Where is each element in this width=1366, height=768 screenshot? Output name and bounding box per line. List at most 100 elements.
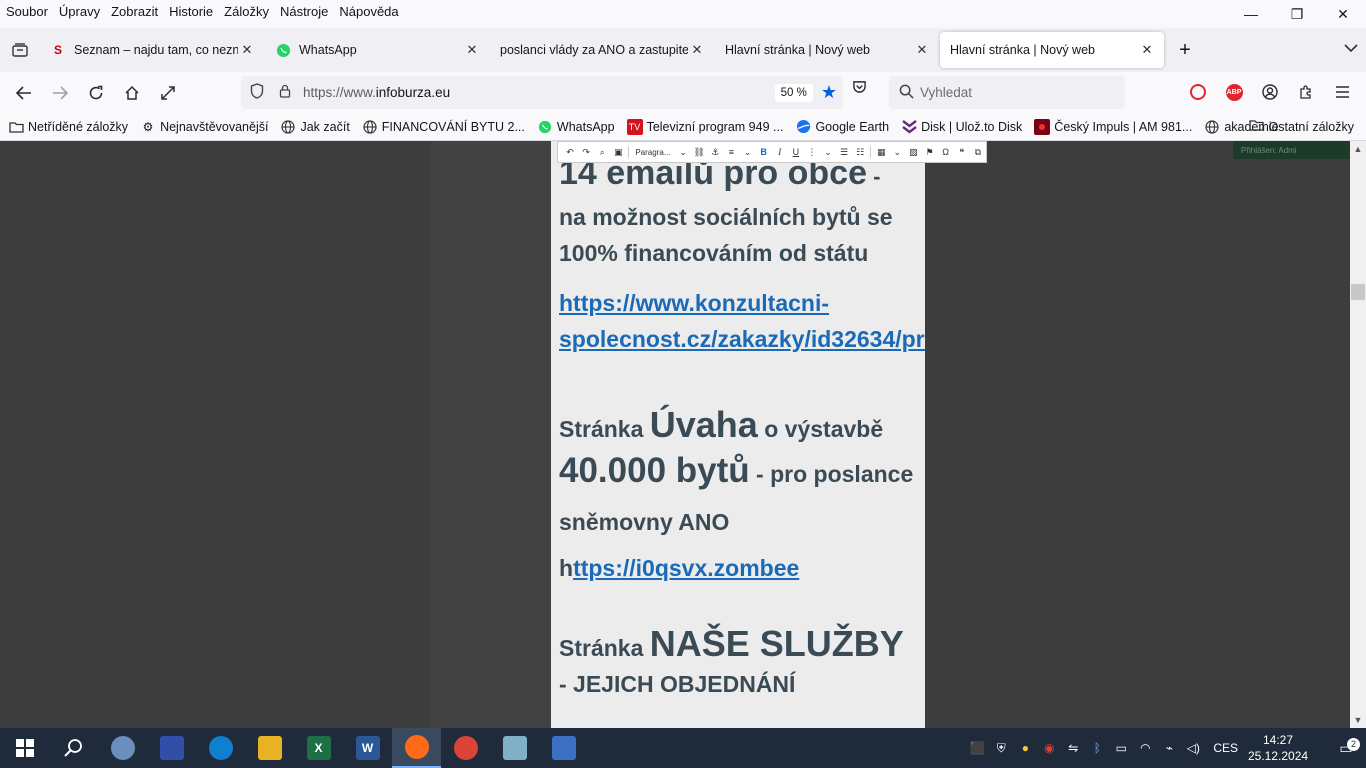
flag-icon[interactable]: ⚑ — [921, 143, 937, 161]
redo-icon[interactable]: ↷ — [578, 143, 594, 161]
taskbar-firefox[interactable] — [392, 728, 441, 768]
menu-zalozky[interactable]: Záložky — [224, 4, 269, 19]
list-all-tabs-button[interactable] — [0, 28, 40, 72]
taskbar-search-button[interactable] — [49, 728, 98, 768]
link-icon[interactable]: ⛓ — [691, 143, 707, 161]
bookmark-netridene[interactable]: Netříděné záložky — [8, 119, 128, 135]
more-icon[interactable]: ⋮ — [804, 143, 820, 161]
menu-historie[interactable]: Historie — [169, 4, 213, 19]
taskbar-explorer[interactable] — [245, 728, 294, 768]
bookmark-nejnavstevovanejsi[interactable]: ⚙ Nejnavštěvovanější — [140, 119, 269, 135]
other-bookmarks[interactable]: Ostatní záložky — [1248, 119, 1354, 134]
minimize-button[interactable]: — — [1228, 0, 1274, 28]
bookmark-cesky-impuls[interactable]: Český Impuls | AM 981... — [1034, 118, 1192, 135]
table-icon[interactable]: ▦ — [873, 143, 889, 161]
pocket-icon[interactable] — [852, 80, 867, 98]
app-menu-button[interactable] — [1324, 76, 1360, 108]
menu-zobrazit[interactable]: Zobrazit — [111, 4, 158, 19]
chevron-down-icon[interactable]: ⌄ — [889, 143, 905, 161]
tab-hlavni-stranka[interactable]: Hlavní stránka | Nový web ✕ — [715, 32, 939, 68]
bluetooth-icon[interactable]: ᛒ — [1085, 741, 1109, 755]
bold-icon[interactable]: B — [756, 143, 772, 161]
taskbar-chrome[interactable] — [441, 728, 490, 768]
editor-content[interactable]: 14 emailů pro obce - na možnost sociální… — [559, 141, 925, 702]
reload-button[interactable] — [78, 77, 114, 109]
fullscreen-button[interactable] — [150, 77, 186, 109]
address-bar[interactable]: https://www.infoburza.eu 50 % ★ — [241, 76, 843, 109]
bookmark-ulozto[interactable]: Disk | Ulož.to Disk — [901, 119, 1022, 135]
bookmark-star-icon[interactable]: ★ — [821, 82, 837, 103]
numbered-list-icon[interactable]: ☷ — [852, 143, 868, 161]
scroll-up-icon[interactable]: ▲ — [1350, 141, 1366, 157]
image-icon[interactable]: ▣ — [610, 143, 626, 161]
quote-icon[interactable]: ❝ — [954, 143, 970, 161]
tab-whatsapp[interactable]: WhatsApp ✕ — [265, 32, 489, 68]
link-konzultacni-spolecnost[interactable]: https://www.konzultacni-spolecnost.cz/za… — [559, 285, 925, 357]
close-tab-icon[interactable]: ✕ — [688, 42, 706, 58]
clock[interactable]: 14:27 25.12.2024 — [1248, 732, 1308, 764]
search-bar[interactable] — [889, 76, 1125, 109]
taskbar-edge[interactable] — [196, 728, 245, 768]
lock-icon[interactable] — [273, 84, 297, 101]
taskbar-word[interactable]: W — [343, 728, 392, 768]
close-tab-icon[interactable]: ✕ — [463, 42, 481, 58]
tab-hlavni-stranka-active[interactable]: Hlavní stránka | Nový web ✕ — [940, 32, 1164, 68]
rich-text-editor[interactable]: 14 emailů pro obce - na možnost sociální… — [551, 141, 925, 728]
forward-button[interactable] — [42, 77, 78, 109]
chevron-down-icon[interactable]: ⌄ — [820, 143, 836, 161]
bookmark-financovani[interactable]: FINANCOVÁNÍ BYTU 2... — [362, 119, 525, 135]
admin-bar[interactable]: Přihlášen: Admi — [1233, 141, 1350, 159]
close-tab-icon[interactable]: ✕ — [1138, 42, 1156, 58]
close-window-button[interactable]: ✕ — [1320, 0, 1366, 28]
acrobat-icon[interactable]: ⬛ — [965, 741, 989, 755]
account-button[interactable] — [1252, 76, 1288, 108]
anchor-icon[interactable]: ⚓ — [707, 143, 723, 161]
menu-upravy[interactable]: Úpravy — [59, 4, 100, 19]
url-text[interactable]: https://www.infoburza.eu — [297, 85, 775, 100]
notification-center-button[interactable]: ▭ 2 — [1326, 737, 1366, 757]
bookmark-jak-zacit[interactable]: Jak začít — [280, 119, 350, 135]
close-tab-icon[interactable]: ✕ — [913, 42, 931, 58]
scrollbar-thumb[interactable] — [1351, 284, 1365, 300]
source-icon[interactable]: ⧉ — [970, 143, 986, 161]
bookmark-whatsapp[interactable]: WhatsApp — [537, 119, 615, 135]
back-button[interactable] — [6, 77, 42, 109]
menu-napoveda[interactable]: Nápověda — [339, 4, 398, 19]
taskbar-save[interactable] — [147, 728, 196, 768]
cloud-icon[interactable]: ● — [1013, 741, 1037, 755]
chevron-down-icon[interactable]: ⌄ — [739, 143, 755, 161]
home-button[interactable] — [114, 77, 150, 109]
find-icon[interactable]: ⌕ — [594, 143, 610, 161]
scroll-down-icon[interactable]: ▼ — [1350, 712, 1366, 728]
align-icon[interactable]: ≡ — [723, 143, 739, 161]
security-icon[interactable]: ⛨ — [989, 741, 1013, 756]
italic-icon[interactable]: I — [772, 143, 788, 161]
bookmark-tv-program[interactable]: TV Televizní program 949 ... — [626, 118, 783, 135]
undo-icon[interactable]: ↶ — [562, 143, 578, 161]
chevron-down-icon[interactable] — [1344, 40, 1358, 56]
start-button[interactable] — [0, 728, 49, 768]
taskbar-excel[interactable]: X — [294, 728, 343, 768]
close-tab-icon[interactable]: ✕ — [238, 42, 256, 58]
link-zombee[interactable]: ttps://i0qsvx.zombee — [573, 555, 799, 581]
tab-seznam[interactable]: S Seznam – najdu tam, co neznám ✕ — [40, 32, 264, 68]
taskbar-notes[interactable] — [490, 728, 539, 768]
chevron-down-icon[interactable]: ⌄ — [675, 143, 691, 161]
taskbar-paint[interactable] — [98, 728, 147, 768]
paragraph-dropdown[interactable]: Paragra... — [631, 148, 675, 157]
record-icon[interactable]: ◉ — [1037, 741, 1061, 755]
shield-icon[interactable] — [241, 83, 273, 102]
search-input[interactable] — [920, 85, 1110, 100]
menu-soubor[interactable]: Soubor — [6, 4, 48, 19]
bookmark-google-earth[interactable]: Google Earth — [795, 119, 889, 135]
extension-ring-button[interactable] — [1180, 76, 1216, 108]
new-tab-button[interactable]: + — [1165, 32, 1205, 68]
network-icon[interactable]: ⌁ — [1157, 741, 1181, 755]
omega-icon[interactable]: Ω — [938, 143, 954, 161]
underline-icon[interactable]: U — [788, 143, 804, 161]
vertical-scrollbar[interactable]: ▲ ▼ — [1350, 141, 1366, 728]
volume-icon[interactable]: ◁) — [1181, 741, 1205, 755]
wifi-icon[interactable]: ◠ — [1133, 741, 1157, 755]
menu-nastroje[interactable]: Nástroje — [280, 4, 328, 19]
adblock-button[interactable]: ABP — [1216, 76, 1252, 108]
